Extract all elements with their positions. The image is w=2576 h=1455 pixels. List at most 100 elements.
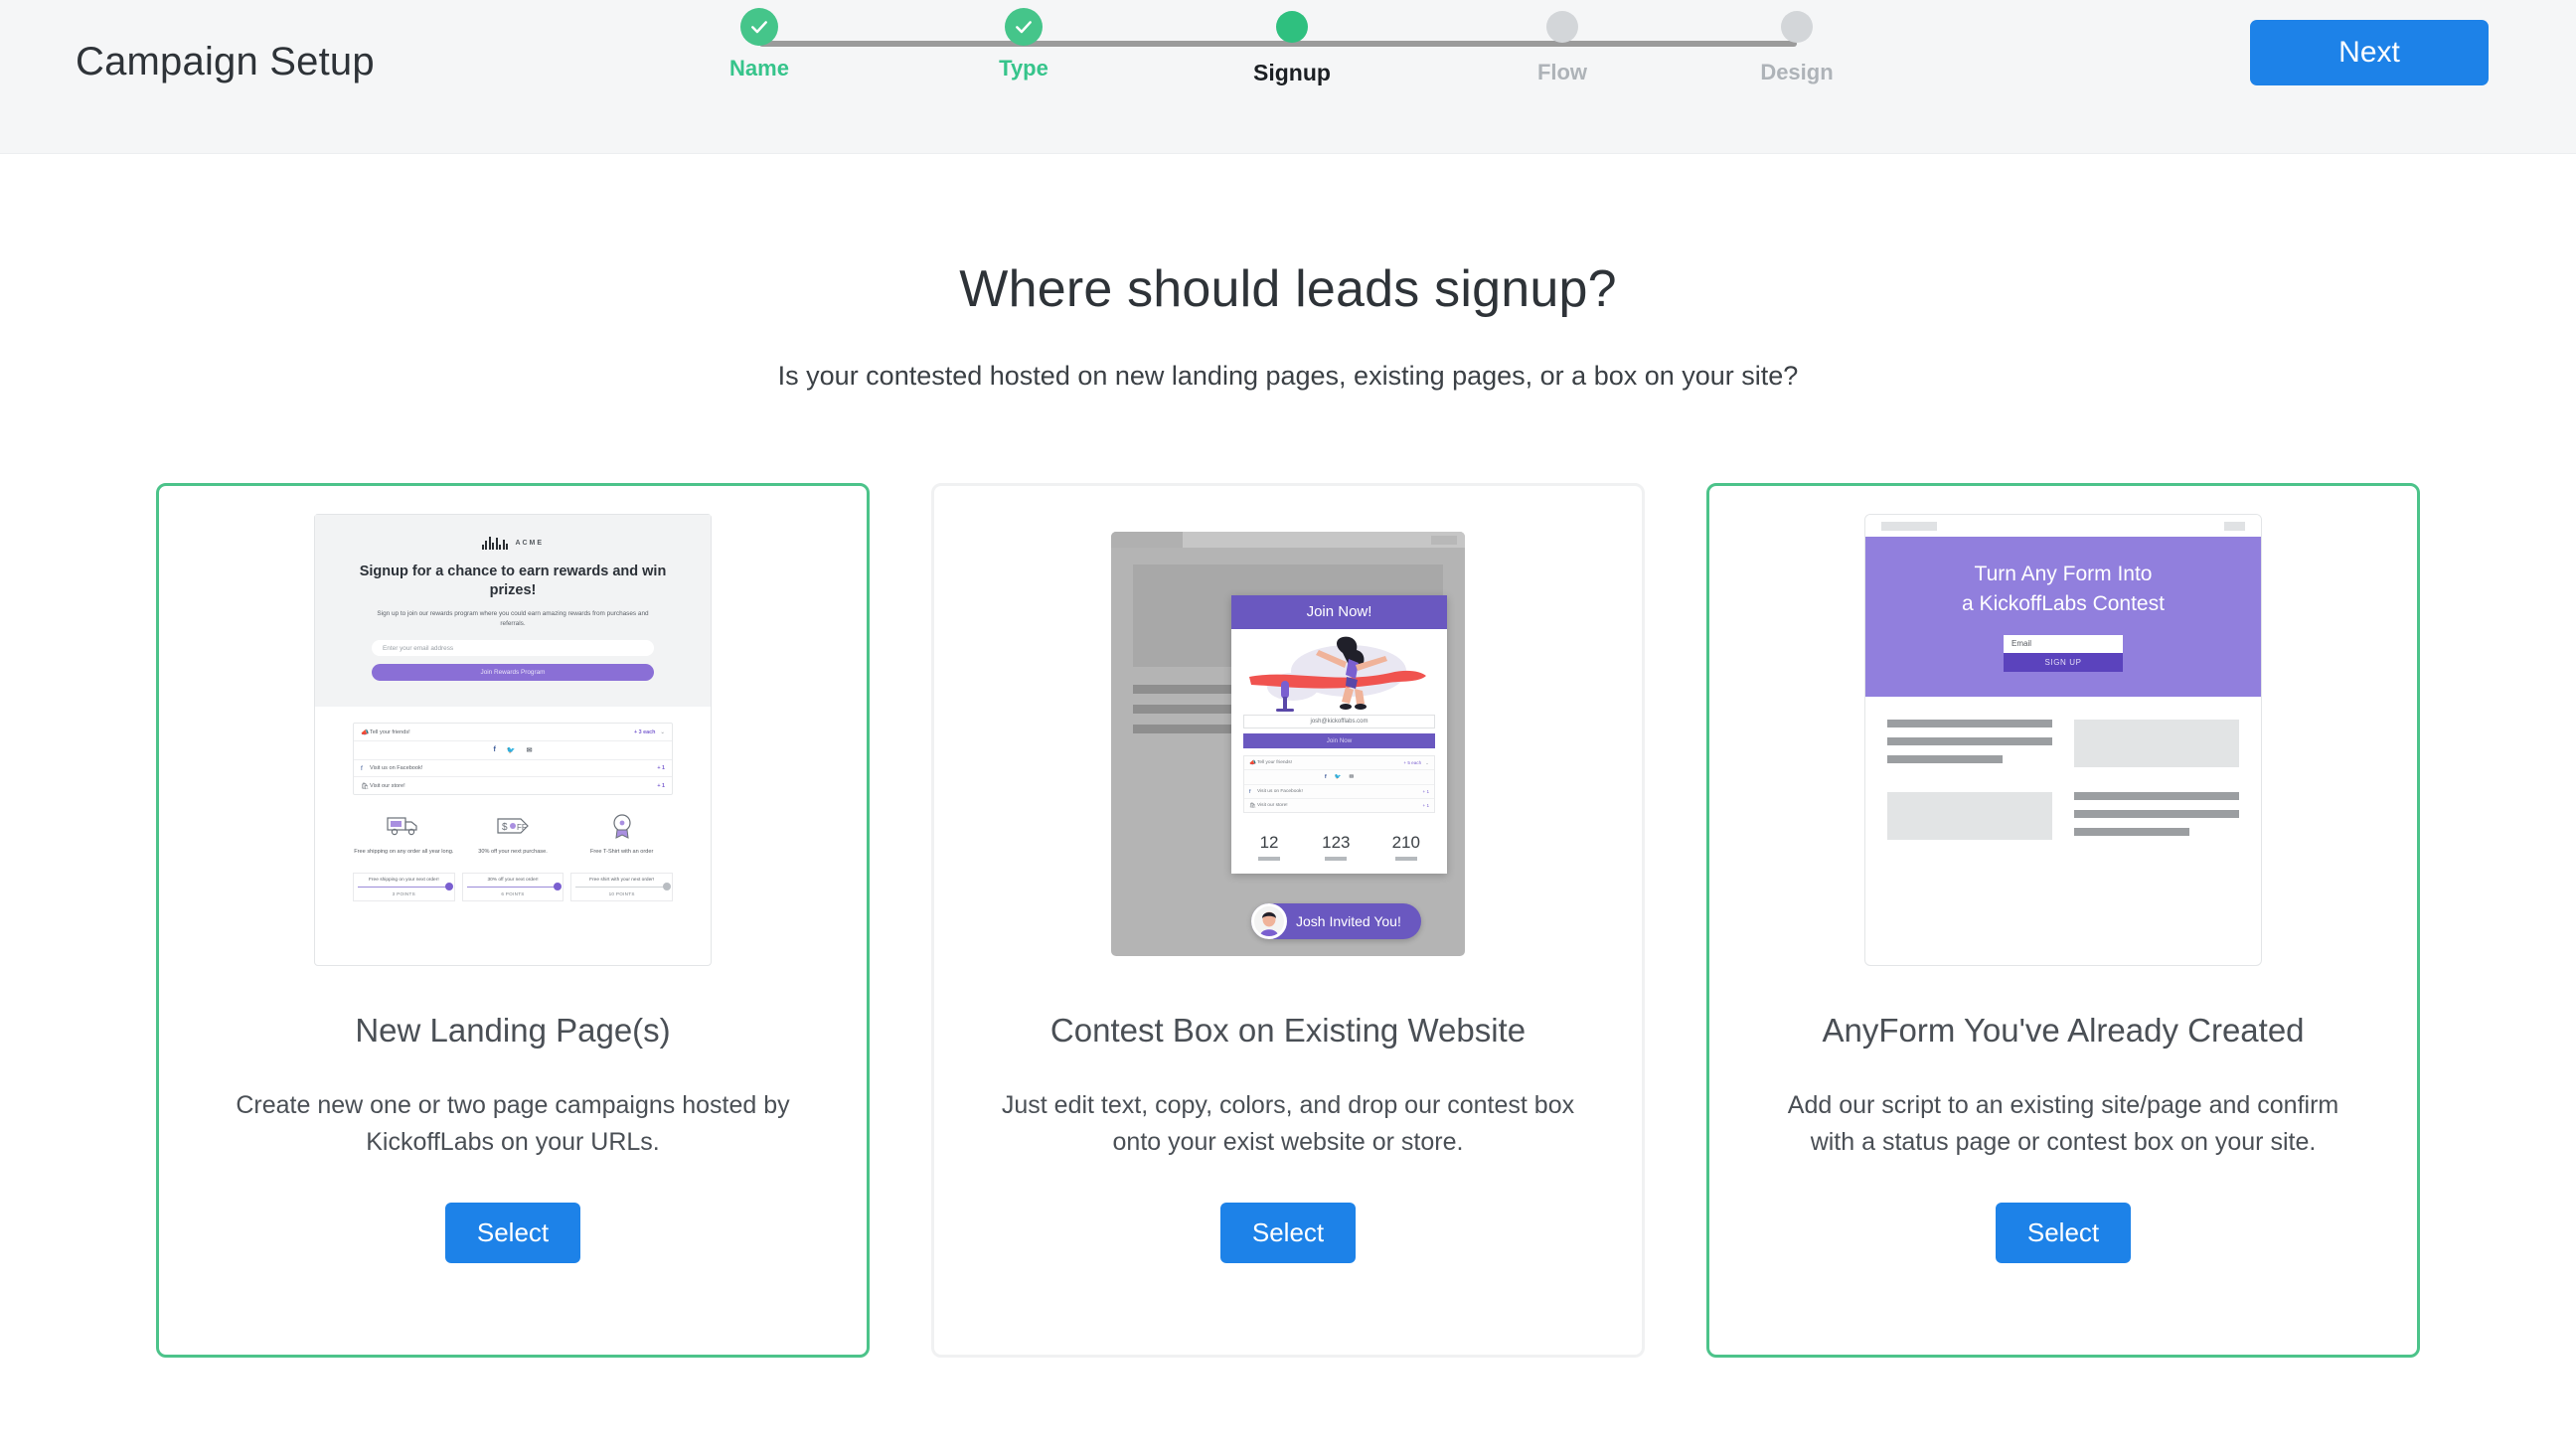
avatar: [1251, 903, 1287, 939]
reward-text: Free shipping on any order all year long…: [354, 849, 454, 856]
next-button[interactable]: Next: [2250, 20, 2489, 85]
stat-underline: [1394, 857, 1417, 861]
card-description: Just edit text, copy, colors, and drop o…: [1001, 1091, 1575, 1156]
check-icon: [1016, 21, 1032, 34]
thumbnail-new-landing-page: ACME Signup for a chance to earn rewards…: [314, 514, 712, 966]
placeholder-line: [2074, 827, 2190, 836]
main-content: Where should leads signup? Is your conte…: [0, 154, 2576, 1358]
card-anyform[interactable]: Turn Any Form Into a KickoffLabs Contest…: [1706, 483, 2420, 1358]
stat-item: 123: [1322, 833, 1350, 861]
placeholder-line: [1887, 736, 2052, 745]
reward-knob: [444, 883, 453, 891]
facebook-icon: f: [493, 746, 496, 754]
stat-item: 12: [1258, 833, 1281, 861]
share-row-points: + 1: [657, 765, 665, 772]
stat-item: 210: [1392, 833, 1420, 861]
step-design[interactable]: Design: [1717, 8, 1876, 85]
step-label: Name: [729, 56, 789, 81]
email-icon: ✉: [1349, 774, 1355, 780]
share-row-label: Visit us on Facebook!: [1257, 789, 1303, 794]
reward-knob: [663, 883, 672, 891]
option-cards: ACME Signup for a chance to earn rewards…: [0, 483, 2576, 1358]
select-button-contest-box[interactable]: Select: [1219, 1202, 1357, 1263]
facebook-icon: f: [1249, 788, 1251, 795]
reward-text: 30% off your next purchase.: [478, 849, 548, 856]
card-title: Contest Box on Existing Website: [1049, 1012, 1527, 1049]
contest-box-join-button: Join Now: [1243, 733, 1435, 748]
step-label: Flow: [1536, 60, 1588, 84]
contest-box-share-panel: 📣 Tell your friends! + 5 each ⌄ f 🐦 ✉ f …: [1243, 755, 1435, 813]
share-row-label: Tell your friends!: [370, 728, 410, 735]
thumbnail-anyform: Turn Any Form Into a KickoffLabs Contest…: [1864, 514, 2262, 966]
reward-bar-title: 30% off your next order!: [487, 877, 539, 883]
share-row-points: + 1: [1422, 789, 1429, 794]
check-icon: [751, 21, 767, 34]
placeholder-line: [1887, 754, 2004, 763]
email-icon: ✉: [526, 747, 533, 755]
step-signup[interactable]: Signup: [1212, 8, 1371, 86]
step-flow[interactable]: Flow: [1483, 8, 1642, 85]
share-row-label: Visit our store!: [370, 782, 405, 789]
thumb-share-panel: 📣 Tell your friends! + 3 each ⌄ f 🐦 ✉ f …: [353, 723, 673, 796]
acme-logo-text: ACME: [515, 540, 545, 547]
placeholder-image: [1887, 791, 2052, 840]
reward-bar-title: Free shirt with your next order!: [589, 877, 655, 883]
stat-underline: [1325, 857, 1348, 861]
placeholder-image: [2074, 719, 2239, 767]
megaphone-icon: 📣: [1249, 759, 1256, 766]
wireframe-logo: [1111, 532, 1183, 548]
facebook-icon: f: [361, 764, 363, 772]
select-button-new-landing-page[interactable]: Select: [444, 1202, 581, 1263]
placeholder-line: [2074, 809, 2239, 818]
card-description: Create new one or two page campaigns hos…: [236, 1091, 790, 1156]
award-ribbon-icon: [605, 811, 639, 841]
select-button-anyform[interactable]: Select: [1995, 1202, 2132, 1263]
store-icon: 🛍: [361, 782, 370, 790]
anyform-email-input: Email: [2004, 634, 2123, 653]
card-title: AnyForm You've Already Created: [1822, 1012, 2305, 1049]
reward-progress-bar: [358, 883, 453, 891]
anyform-hero: Turn Any Form Into a KickoffLabs Contest…: [1865, 537, 2261, 697]
share-row-points: + 1: [657, 782, 665, 789]
share-row: 📣 Tell your friends! + 3 each ⌄: [354, 724, 672, 742]
thumb-rewards: Free shipping on any order all year long…: [353, 811, 674, 901]
thumb-email-input: Enter your email address: [372, 640, 654, 657]
stat-value: 12: [1259, 833, 1279, 852]
thumb-paragraph: Sign up to join our rewards program wher…: [377, 610, 649, 628]
share-row-label: Tell your friends!: [1257, 760, 1292, 765]
share-row-label: Visit us on Facebook!: [370, 765, 423, 772]
twitter-icon: 🐦: [506, 747, 516, 755]
waveform-icon: [481, 537, 509, 550]
step-type[interactable]: Type: [944, 8, 1103, 81]
step-name[interactable]: Name: [680, 8, 839, 81]
thumb-cta-button: Join Rewards Program: [372, 664, 654, 682]
reward-progress-card: Free shipping on your next order! 3 POIN…: [353, 873, 455, 901]
contest-box-email-input: josh@kickofflabs.com: [1243, 715, 1435, 728]
discount-tag-icon: $ FF: [496, 811, 530, 841]
section-subheading: Is your contested hosted on new landing …: [777, 361, 1799, 391]
share-row-points: + 5 each: [1403, 760, 1422, 765]
reward-knob: [554, 883, 563, 891]
wireframe-logo: [1881, 522, 1937, 531]
step-dot-current: [1276, 11, 1308, 43]
invite-badge: Josh Invited You!: [1251, 903, 1421, 939]
reward-points: 10 POINTS: [608, 891, 635, 897]
contest-box-stats: 12 123 210: [1231, 822, 1447, 874]
megaphone-icon: 📣: [361, 728, 370, 736]
progress-stepper: Name Type Signup Flow Design: [702, 8, 1854, 127]
twitter-icon: 🐦: [1334, 774, 1342, 780]
share-row: f Visit us on Facebook! + 1: [1244, 785, 1434, 799]
card-new-landing-page[interactable]: ACME Signup for a chance to earn rewards…: [156, 483, 870, 1358]
step-label: Design: [1760, 60, 1834, 84]
card-description: Add our script to an existing site/page …: [1787, 1091, 2339, 1156]
chevron-down-icon: ⌄: [660, 728, 665, 735]
wireframe-nav-button: [2224, 522, 2245, 531]
thumbnail-contest-box: Join Now! josh@kickofflabs.com Join Now …: [1089, 514, 1487, 966]
share-row-points: + 1: [1422, 803, 1429, 808]
facebook-icon: f: [1324, 774, 1327, 780]
card-contest-box[interactable]: Join Now! josh@kickofflabs.com Join Now …: [931, 483, 1645, 1358]
step-label: Signup: [1253, 60, 1331, 85]
step-dot-pending: [1781, 11, 1813, 43]
step-dot-pending: [1546, 11, 1578, 43]
share-row: 🛍 Visit our store! + 1: [354, 777, 672, 794]
